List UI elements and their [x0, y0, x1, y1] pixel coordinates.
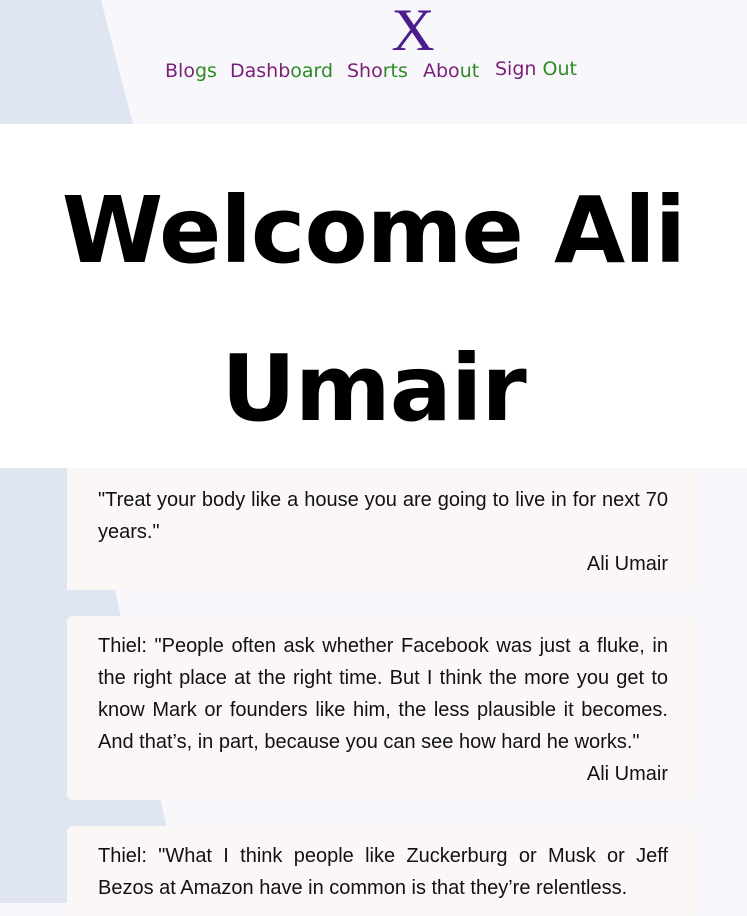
short-author: Ali Umair	[586, 553, 668, 575]
short-quote: Thiel: "What I think people like Zuckerb…	[98, 845, 668, 899]
nav-link-blogs-text-b: gs	[194, 60, 217, 82]
nav-link-shorts[interactable]: Shorts	[347, 58, 408, 84]
nav-link-shorts-text-b: rts	[382, 60, 408, 82]
short-card: "Treat your body like a house you are go…	[67, 470, 698, 590]
nav-link-shorts-text-a: Sho	[347, 60, 383, 82]
nav-link-dashboard[interactable]: Dashboard	[230, 58, 333, 84]
nav-link-sign-out-text-a: Sign	[495, 58, 543, 80]
nav-link-dashboard-text-a: Dashb	[230, 60, 291, 82]
short-quote: "Treat your body like a house you are go…	[98, 489, 668, 543]
nav-link-sign-out[interactable]: Sign Out	[495, 56, 577, 82]
nav-link-blogs-text-a: Blo	[165, 60, 195, 82]
welcome-line-2: Umair	[221, 335, 527, 442]
site-logo[interactable]: X	[388, 0, 438, 60]
nav-link-dashboard-text-b: oard	[290, 60, 334, 82]
nav-link-about-text-b: ut	[459, 60, 480, 82]
short-author: Ali Umair	[586, 763, 668, 785]
welcome-heading: Welcome Ali Umair	[0, 152, 747, 468]
nav-link-blogs[interactable]: Blogs	[165, 58, 217, 84]
nav-link-about-text-a: Abo	[423, 60, 460, 82]
site-header: X Blogs Dashboard Shorts About Sign Out	[0, 0, 747, 124]
short-quote: Thiel: "People often ask whether Faceboo…	[98, 635, 668, 753]
welcome-line-1: Welcome Ali	[61, 177, 686, 284]
nav-link-about[interactable]: About	[423, 58, 479, 84]
nav-link-sign-out-text-b: Out	[542, 58, 577, 80]
welcome-banner: Welcome Ali Umair	[0, 124, 747, 468]
short-card: Thiel: "People often ask whether Faceboo…	[67, 616, 698, 800]
main-nav: Blogs Dashboard Shorts About Sign Out	[0, 58, 747, 84]
